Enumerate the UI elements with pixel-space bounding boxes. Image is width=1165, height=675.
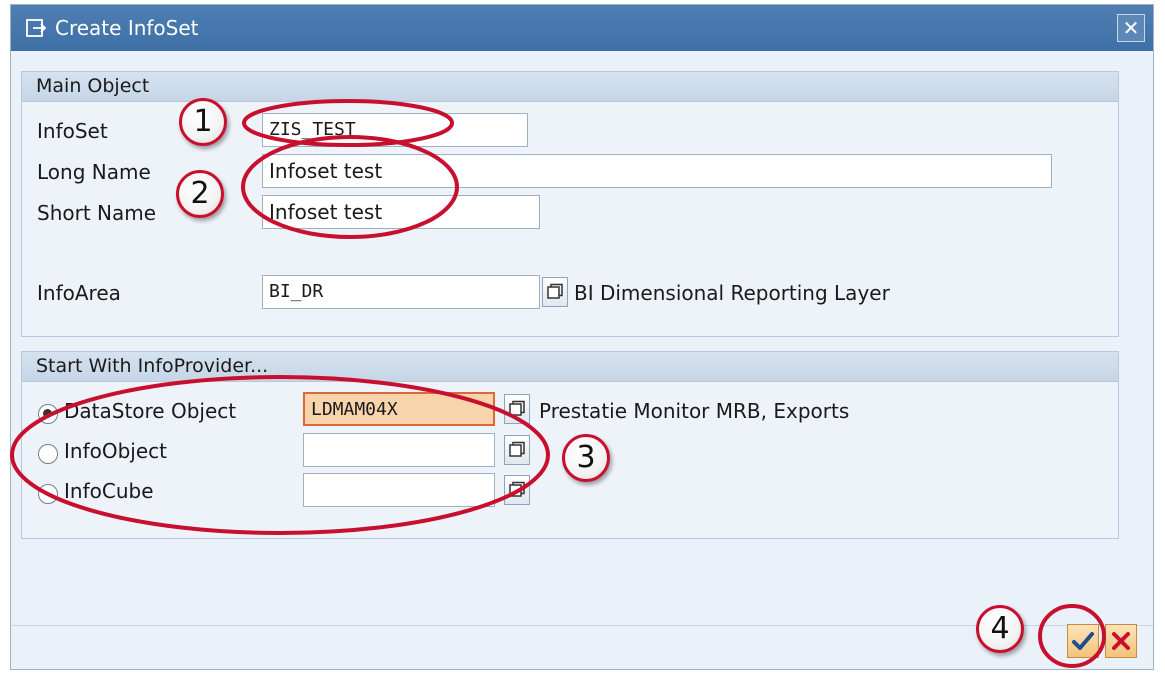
main-object-title: Main Object — [36, 75, 150, 97]
infocube-value-help-button[interactable] — [504, 475, 530, 505]
checkmark-icon — [1072, 632, 1094, 650]
cancel-button[interactable] — [1105, 624, 1137, 658]
infoset-input[interactable]: ZIS_TEST — [262, 113, 528, 147]
infoset-label: InfoSet — [37, 119, 108, 143]
datastore-value-help-button[interactable] — [504, 394, 530, 424]
title-bar: Create InfoSet ✕ — [11, 5, 1153, 51]
datastore-object-label: DataStore Object — [64, 399, 237, 423]
infoarea-label: InfoArea — [37, 281, 121, 305]
create-document-icon — [26, 19, 47, 37]
infoarea-input[interactable]: BI_DR — [262, 275, 540, 309]
main-object-header: Main Object — [22, 72, 1118, 102]
infocube-radio[interactable] — [38, 484, 58, 504]
cancel-x-icon — [1112, 632, 1130, 650]
value-help-icon — [509, 400, 525, 416]
short-name-input[interactable]: Infoset test — [262, 195, 540, 229]
step-badge-4: 4 — [976, 605, 1024, 653]
infoobject-label: InfoObject — [64, 439, 167, 463]
infoobject-input[interactable] — [303, 433, 495, 467]
long-name-label: Long Name — [37, 160, 151, 184]
infoobject-value-help-button[interactable] — [504, 435, 530, 465]
infoobject-radio[interactable] — [38, 444, 58, 464]
value-help-icon — [547, 283, 563, 299]
step-badge-1: 1 — [179, 98, 227, 146]
value-help-icon — [509, 481, 525, 497]
start-with-title: Start With InfoProvider... — [36, 355, 269, 377]
start-with-header: Start With InfoProvider... — [22, 352, 1118, 382]
step-badge-2: 2 — [176, 170, 224, 218]
infoarea-value-help-button[interactable] — [542, 277, 568, 307]
ok-button[interactable] — [1067, 624, 1099, 658]
infocube-input[interactable] — [303, 473, 495, 507]
datastore-object-radio[interactable] — [38, 404, 58, 424]
datastore-object-description: Prestatie Monitor MRB, Exports — [539, 399, 850, 423]
datastore-object-input[interactable]: LDMAM04X — [303, 392, 495, 426]
long-name-input[interactable]: Infoset test — [262, 154, 1052, 188]
infoarea-description: BI Dimensional Reporting Layer — [574, 281, 890, 305]
close-icon: ✕ — [1122, 16, 1140, 40]
short-name-label: Short Name — [37, 201, 157, 225]
close-button[interactable]: ✕ — [1117, 14, 1145, 42]
infocube-label: InfoCube — [64, 479, 154, 503]
value-help-icon — [509, 441, 525, 457]
create-infoset-dialog: Create InfoSet ✕ Main Object InfoSet ZIS… — [10, 4, 1154, 670]
step-badge-3: 3 — [562, 434, 610, 482]
dialog-title: Create InfoSet — [55, 16, 199, 40]
